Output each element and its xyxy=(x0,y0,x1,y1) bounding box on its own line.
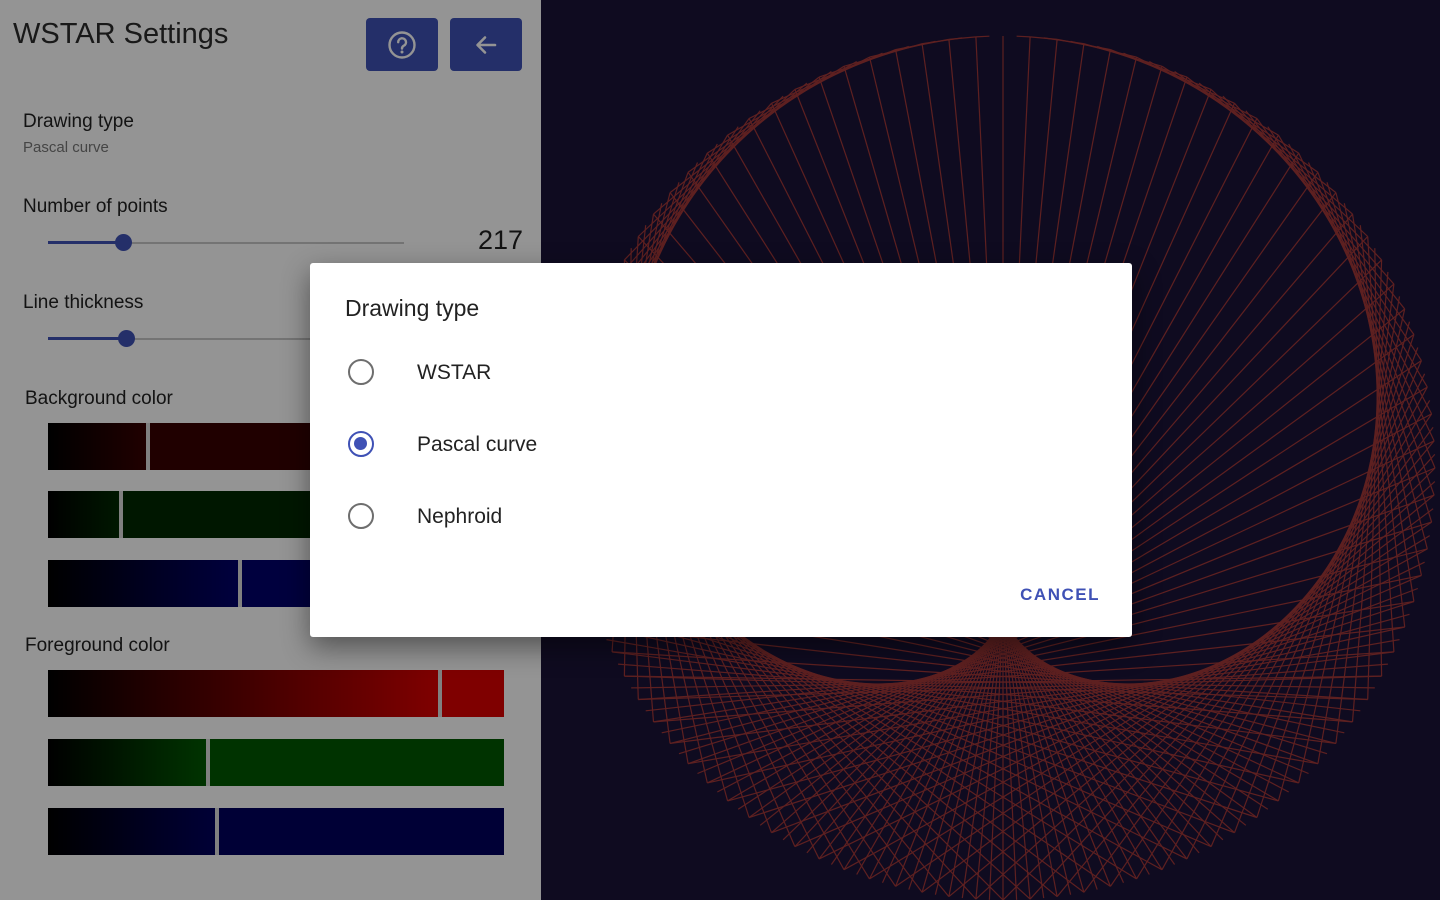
option-label: Nephroid xyxy=(417,505,503,528)
option-label: Pascal curve xyxy=(417,433,538,456)
radio-checked-icon[interactable] xyxy=(348,431,374,457)
option-label: WSTAR xyxy=(417,361,492,384)
radio-dot xyxy=(354,437,367,450)
option-nephroid[interactable]: Nephroid xyxy=(310,489,1132,547)
cancel-button[interactable]: CANCEL xyxy=(1020,585,1100,605)
radio-unchecked-icon[interactable] xyxy=(348,359,374,385)
drawing-type-dialog: Drawing type WSTAR Pascal curve Nephroid… xyxy=(310,263,1132,637)
option-wstar[interactable]: WSTAR xyxy=(310,345,1132,403)
dialog-title: Drawing type xyxy=(345,295,480,321)
option-pascal-curve[interactable]: Pascal curve xyxy=(310,417,1132,475)
radio-unchecked-icon[interactable] xyxy=(348,503,374,529)
app-root: WSTAR Settings Drawing type Pascal curve… xyxy=(0,0,1440,900)
